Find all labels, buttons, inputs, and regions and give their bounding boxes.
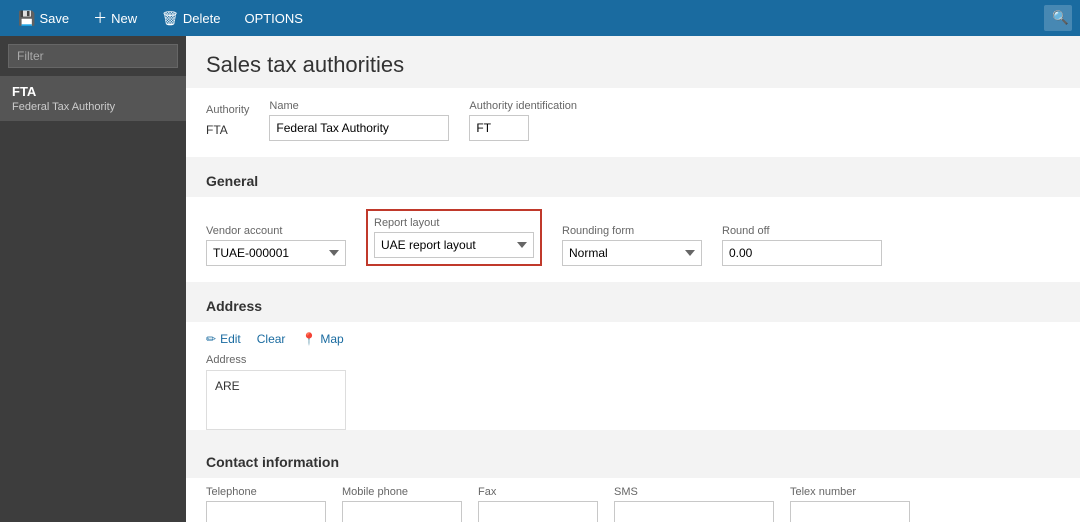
save-label: Save (39, 11, 69, 26)
save-button[interactable]: 💾 Save (8, 4, 79, 32)
authority-value: FTA (206, 119, 249, 141)
content-area: Sales tax authorities Authority FTA Name… (186, 36, 1080, 522)
authority-id-input[interactable] (469, 115, 529, 141)
contact-grid: Telephone Mobile phone Fax SMS Telex num… (186, 478, 1080, 522)
contact-section: Contact information Telephone Mobile pho… (186, 442, 1080, 522)
main-layout: FTA Federal Tax Authority Sales tax auth… (0, 36, 1080, 522)
page-title: Sales tax authorities (206, 52, 1060, 78)
address-box: ARE (206, 370, 346, 430)
rounding-form-label: Rounding form (562, 225, 702, 237)
mobile-phone-field: Mobile phone (342, 486, 462, 522)
sidebar-item-subtitle: Federal Tax Authority (12, 101, 174, 113)
telex-field: Telex number (790, 486, 910, 522)
general-section-title: General (186, 161, 1080, 197)
options-button[interactable]: OPTIONS (234, 4, 313, 32)
delete-button[interactable]: 🗑 Delete (151, 4, 230, 32)
edit-address-button[interactable]: ✏ Edit (206, 332, 241, 346)
map-label: Map (320, 332, 343, 346)
edit-icon: ✏ (206, 332, 216, 346)
vendor-account-field: Vendor account TUAE-000001 (206, 225, 346, 266)
address-section-title: Address (186, 286, 1080, 322)
round-off-field: Round off (722, 225, 882, 266)
report-layout-field: Report layout UAE report layout Default … (366, 209, 542, 266)
clear-label: Clear (257, 332, 286, 346)
sidebar: FTA Federal Tax Authority (0, 36, 186, 522)
sidebar-item-fta[interactable]: FTA Federal Tax Authority (0, 76, 186, 121)
telephone-input[interactable] (206, 501, 326, 522)
map-icon: 📍 (301, 332, 316, 346)
general-section-body: Vendor account TUAE-000001 Report layout… (186, 197, 1080, 282)
authority-id-label: Authority identification (469, 100, 577, 112)
telephone-label: Telephone (206, 486, 326, 498)
delete-icon: 🗑 (161, 10, 179, 27)
authority-label: Authority (206, 104, 249, 116)
address-value: ARE (215, 379, 240, 393)
authority-section: Authority FTA Name Authority identificat… (186, 88, 1080, 157)
report-layout-label: Report layout (374, 217, 534, 229)
address-actions: ✏ Edit Clear 📍 Map (186, 322, 1080, 354)
mobile-phone-label: Mobile phone (342, 486, 462, 498)
vendor-account-label: Vendor account (206, 225, 346, 237)
name-input[interactable] (269, 115, 449, 141)
rounding-form-field: Rounding form Normal Up Down (562, 225, 702, 266)
save-icon: 💾 (18, 10, 35, 27)
sms-field: SMS (614, 486, 774, 522)
fax-label: Fax (478, 486, 598, 498)
authority-field: Authority FTA (206, 104, 249, 141)
authority-id-field: Authority identification (469, 100, 577, 141)
vendor-account-select[interactable]: TUAE-000001 (206, 240, 346, 266)
telex-input[interactable] (790, 501, 910, 522)
toolbar: 💾 Save ＋ New 🗑 Delete OPTIONS 🔍 (0, 0, 1080, 36)
general-section: General Vendor account TUAE-000001 Repor… (186, 161, 1080, 282)
new-label: New (111, 11, 137, 26)
address-field-label: Address (186, 354, 1080, 370)
sms-label: SMS (614, 486, 774, 498)
rounding-form-select[interactable]: Normal Up Down (562, 240, 702, 266)
address-section: Address ✏ Edit Clear 📍 Map Address ARE (186, 286, 1080, 430)
clear-address-button[interactable]: Clear (257, 332, 286, 346)
page-header: Sales tax authorities (186, 36, 1080, 88)
contact-section-title: Contact information (186, 442, 1080, 478)
round-off-label: Round off (722, 225, 882, 237)
telephone-field: Telephone (206, 486, 326, 522)
delete-label: Delete (183, 11, 221, 26)
sidebar-item-title: FTA (12, 84, 174, 99)
round-off-input[interactable] (722, 240, 882, 266)
name-field: Name (269, 100, 449, 141)
map-address-button[interactable]: 📍 Map (301, 332, 343, 346)
fax-field: Fax (478, 486, 598, 522)
search-button[interactable]: 🔍 (1044, 5, 1072, 31)
general-form-row: Vendor account TUAE-000001 Report layout… (206, 209, 1060, 266)
options-label: OPTIONS (244, 11, 303, 26)
fax-input[interactable] (478, 501, 598, 522)
new-icon: ＋ (93, 8, 107, 28)
mobile-phone-input[interactable] (342, 501, 462, 522)
search-icon: 🔍 (1052, 10, 1069, 25)
sms-input[interactable] (614, 501, 774, 522)
telex-label: Telex number (790, 486, 910, 498)
edit-label: Edit (220, 332, 241, 346)
new-button[interactable]: ＋ New (83, 4, 147, 32)
name-label: Name (269, 100, 449, 112)
report-layout-select[interactable]: UAE report layout Default Custom (374, 232, 534, 258)
sidebar-filter-input[interactable] (8, 44, 178, 68)
authority-form-row: Authority FTA Name Authority identificat… (206, 100, 1060, 141)
